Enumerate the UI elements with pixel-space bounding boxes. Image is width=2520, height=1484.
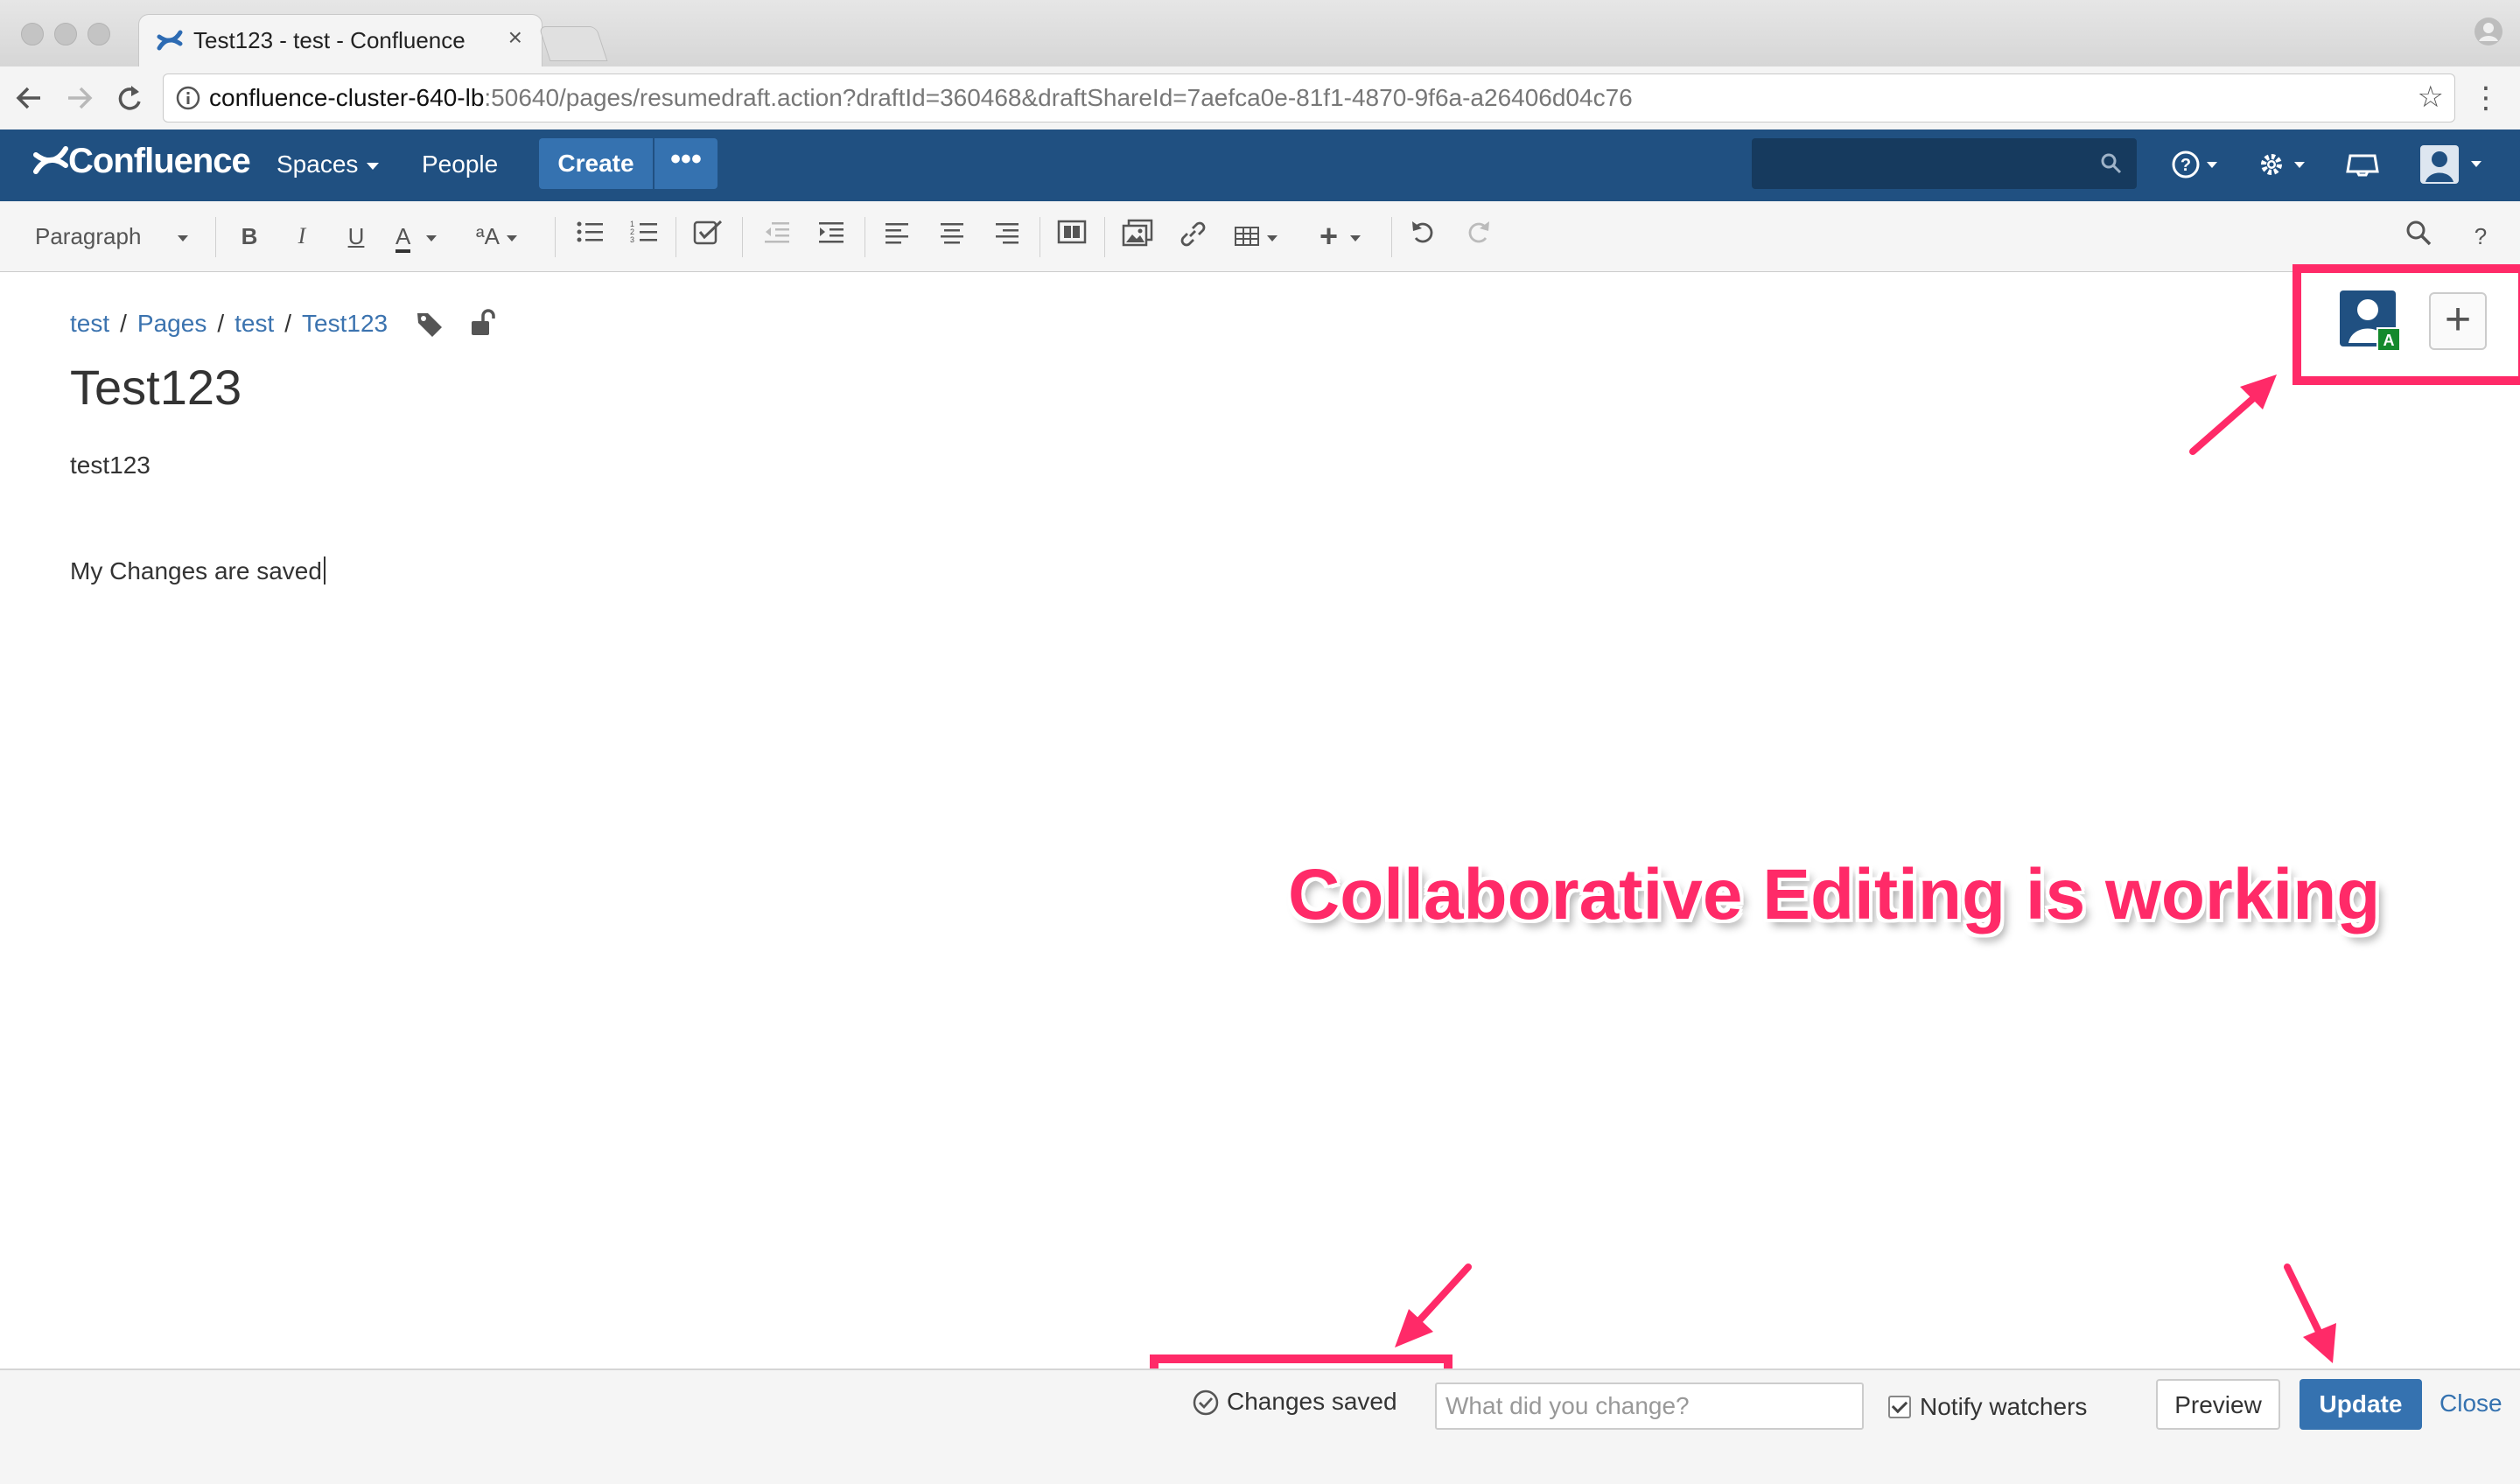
info-icon[interactable] <box>176 86 200 115</box>
check-circle-icon <box>1193 1390 1219 1416</box>
label-tag-icon[interactable] <box>415 310 444 344</box>
window-minimize-dot[interactable] <box>54 23 77 46</box>
spaces-menu[interactable]: Spaces <box>276 150 380 178</box>
breadcrumb-item-parent[interactable]: test <box>234 310 274 337</box>
window-maximize-dot[interactable] <box>88 23 110 46</box>
bullet-list-icon[interactable] <box>576 219 604 254</box>
back-icon[interactable] <box>14 80 44 122</box>
browser-titlebar: Test123 - test - Confluence × <box>0 0 2520 69</box>
outdent-icon[interactable] <box>763 219 791 254</box>
paragraph-text[interactable]: My Changes are saved <box>70 556 326 585</box>
annotation-caption: Collaborative Editing is working <box>1288 855 2381 934</box>
help-icon[interactable]: ? <box>2170 147 2219 186</box>
profile-icon[interactable] <box>2473 16 2504 52</box>
chevron-down-icon <box>506 234 517 242</box>
paragraph-style-dropdown[interactable]: Paragraph <box>35 219 189 254</box>
svg-text:?: ? <box>2180 156 2191 175</box>
breadcrumb-item-current[interactable]: Test123 <box>302 310 388 337</box>
page-title[interactable]: Test123 <box>70 359 242 416</box>
search-icon <box>2100 152 2123 179</box>
paragraph-text[interactable]: test123 <box>70 452 150 480</box>
chevron-down-icon <box>367 162 380 170</box>
page-layout-icon[interactable] <box>1057 219 1087 254</box>
text-cursor <box>323 556 326 584</box>
indent-icon[interactable] <box>817 219 845 254</box>
checkbox-checked[interactable] <box>1888 1396 1911 1418</box>
insert-table-icon[interactable] <box>1234 219 1286 254</box>
save-status: Changes saved <box>1192 1388 1397 1417</box>
toolbar-divider <box>864 217 865 257</box>
annotation-arrow-icon <box>2189 374 2277 455</box>
browser-tab[interactable]: Test123 - test - Confluence × <box>138 14 542 69</box>
text-color-button[interactable]: A <box>396 219 457 254</box>
search-input[interactable] <box>1752 138 2137 189</box>
toolbar-divider <box>1104 217 1105 257</box>
svg-text:3: 3 <box>630 235 634 244</box>
align-right-icon[interactable] <box>992 219 1020 254</box>
url-text: confluence-cluster-640-lb:50640/pages/re… <box>209 84 1633 111</box>
preview-button[interactable]: Preview <box>2156 1379 2280 1430</box>
redo-icon[interactable] <box>1463 219 1493 254</box>
toolbar-divider <box>742 217 743 257</box>
more-formatting-button[interactable]: ªA <box>476 219 537 254</box>
chevron-down-icon <box>178 234 189 242</box>
toolbar-divider <box>555 217 556 257</box>
browser-toolbar: confluence-cluster-640-lb:50640/pages/re… <box>0 66 2520 130</box>
tab-close-icon[interactable]: × <box>508 24 522 52</box>
star-icon[interactable]: ☆ <box>2418 80 2444 115</box>
confluence-favicon-icon <box>157 27 183 58</box>
chevron-down-icon <box>1267 234 1278 242</box>
confluence-header: Confluence Spaces People Create ••• ? <box>0 130 2520 201</box>
notify-watchers-checkbox[interactable]: Notify watchers <box>1888 1393 2087 1421</box>
forward-icon[interactable] <box>65 80 94 122</box>
user-avatar-icon[interactable] <box>2418 142 2488 190</box>
menu-icon[interactable]: ⋮ <box>2471 80 2501 116</box>
align-center-icon[interactable] <box>938 219 966 254</box>
people-link[interactable]: People <box>422 150 498 178</box>
new-tab-button[interactable] <box>538 26 608 61</box>
unlock-icon[interactable] <box>469 308 495 342</box>
align-left-icon[interactable] <box>884 219 912 254</box>
create-button[interactable]: Create <box>539 138 653 189</box>
annotation-arrow-icon <box>1395 1264 1472 1348</box>
undo-icon[interactable] <box>1409 219 1438 254</box>
address-bar[interactable]: confluence-cluster-640-lb:50640/pages/re… <box>163 74 2455 122</box>
annotation-arrow-icon <box>2284 1264 2336 1363</box>
breadcrumb-item-pages[interactable]: Pages <box>137 310 206 337</box>
more-create-button[interactable]: ••• <box>654 138 718 189</box>
tab-title: Test123 - test - Confluence <box>193 27 466 53</box>
task-list-icon[interactable] <box>693 219 723 254</box>
find-replace-icon[interactable] <box>2404 219 2432 254</box>
underline-button[interactable]: U <box>341 219 371 254</box>
breadcrumb-item-space[interactable]: test <box>70 310 109 337</box>
breadcrumb: test / Pages / test / Test123 <box>70 310 388 337</box>
insert-image-icon[interactable] <box>1122 219 1153 254</box>
link-icon[interactable] <box>1178 219 1208 254</box>
bold-button[interactable]: B <box>234 219 264 254</box>
editor-footer <box>0 1368 2520 1484</box>
annotation-highlight-box <box>2292 264 2520 385</box>
chevron-down-icon <box>1350 234 1362 242</box>
toolbar-divider <box>1391 217 1392 257</box>
update-button[interactable]: Update <box>2300 1379 2422 1430</box>
reload-icon[interactable] <box>114 80 144 122</box>
window-close-dot[interactable] <box>21 23 44 46</box>
italic-button[interactable]: I <box>287 219 317 254</box>
help-button[interactable]: ? <box>2468 219 2494 254</box>
insert-more-icon[interactable]: + <box>1320 219 1376 254</box>
toolbar-divider <box>215 217 216 257</box>
chevron-down-icon <box>426 234 438 242</box>
change-comment-input[interactable] <box>1435 1382 1864 1430</box>
numbered-list-icon[interactable]: 123 <box>630 219 658 254</box>
close-link[interactable]: Close <box>2440 1390 2502 1418</box>
settings-icon[interactable] <box>2256 147 2308 186</box>
notifications-icon[interactable] <box>2345 147 2380 186</box>
editor-toolbar: Paragraph B I U A ªA 123 + ? <box>0 201 2520 272</box>
confluence-logo[interactable]: Confluence <box>33 142 251 181</box>
